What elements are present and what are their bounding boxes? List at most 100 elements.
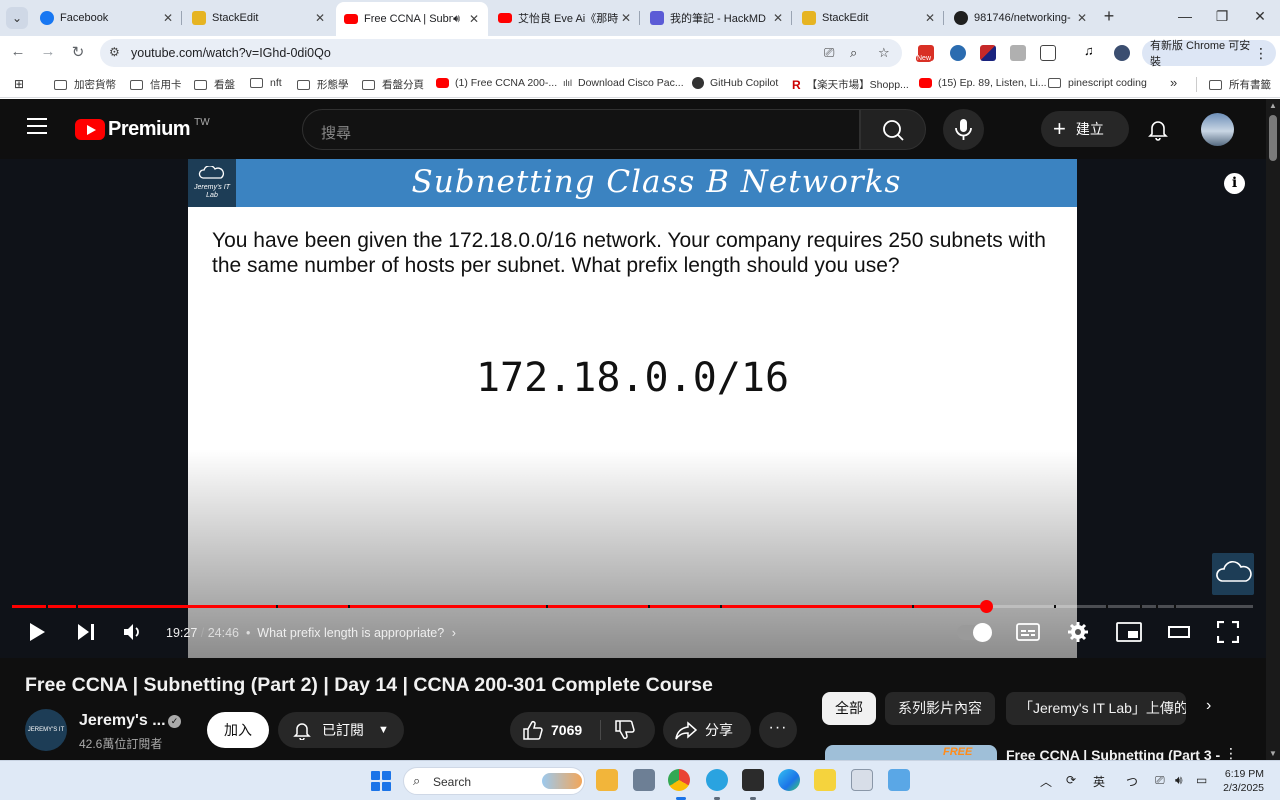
next-button[interactable]	[75, 621, 97, 648]
bookmarks-overflow-button[interactable]: »	[1170, 75, 1177, 90]
back-button[interactable]: ←	[8, 43, 28, 60]
apps-icon[interactable]: ⊞	[14, 77, 24, 91]
clock[interactable]: 6:19 PM 2/3/2025	[1222, 767, 1264, 795]
miniplayer-button[interactable]	[1116, 621, 1142, 648]
bookmark-star-icon[interactable]: ☆	[878, 45, 890, 61]
sync-icon[interactable]: ⟳	[1066, 773, 1076, 787]
tab-free-ccna[interactable]: Free CCNA | Subn 🔊︎ ✕	[336, 2, 488, 36]
network-icon[interactable]: ⎚	[1155, 773, 1165, 788]
bookmark-folder[interactable]: 加密貨幣	[54, 77, 116, 92]
volume-button[interactable]	[122, 621, 144, 648]
recommended-thumbnail[interactable]: FREE	[825, 745, 997, 760]
chip-series[interactable]: 系列影片內容	[885, 692, 995, 725]
close-icon[interactable]: ✕	[922, 11, 938, 25]
app-icon[interactable]	[633, 769, 655, 791]
bookmark-link[interactable]: (15) Ep. 89, Listen, Li...	[919, 77, 1047, 89]
create-button[interactable]: + 建立	[1041, 111, 1129, 147]
bookmark-link[interactable]: GitHub Copilot	[692, 77, 778, 89]
bookmark-folder[interactable]: 看盤	[194, 77, 235, 92]
speaker-icon[interactable]: 🔊︎	[1175, 773, 1183, 788]
info-icon[interactable]: i	[1224, 173, 1245, 194]
zoom-icon[interactable]: ⌕	[850, 45, 857, 61]
extension-new-icon[interactable]: New	[916, 45, 934, 62]
speaker-icon[interactable]: 🔊︎	[453, 13, 460, 26]
search-button[interactable]	[860, 109, 926, 150]
media-control-icon[interactable]: ♫	[1084, 43, 1100, 59]
close-icon[interactable]: ✕	[312, 11, 328, 25]
sticky-app-icon[interactable]	[814, 769, 836, 791]
theater-mode-button[interactable]	[1167, 621, 1191, 648]
dislike-button[interactable]	[614, 720, 636, 743]
taskbar-search[interactable]: ⌕ Search	[403, 767, 585, 795]
more-actions-button[interactable]: ···	[759, 712, 797, 748]
all-bookmarks-button[interactable]: 所有書籤	[1196, 77, 1271, 92]
progress-bar[interactable]	[12, 600, 1253, 613]
tab-search-button[interactable]: ⌄	[6, 7, 28, 29]
extension-icon[interactable]	[1010, 45, 1026, 61]
forward-button[interactable]: →	[38, 43, 58, 60]
telegram-icon[interactable]	[706, 769, 728, 791]
tab-eve-ai[interactable]: 艾怡良 Eve Ai《那時 ✕	[490, 4, 640, 32]
bookmark-folder[interactable]: nft	[250, 77, 282, 89]
close-icon[interactable]: ✕	[466, 12, 482, 26]
tab-stackedit-2[interactable]: StackEdit ✕	[794, 4, 944, 32]
minimize-button[interactable]: —	[1170, 8, 1200, 24]
chapter-title[interactable]: What prefix length is appropriate?	[257, 626, 444, 640]
edge-icon[interactable]	[778, 769, 800, 791]
subscribed-button[interactable]: 已訂閱 ▼	[278, 712, 404, 748]
chip-all[interactable]: 全部	[822, 692, 876, 725]
tab-stackedit[interactable]: StackEdit ✕	[184, 4, 334, 32]
settings-button[interactable]	[1067, 621, 1089, 648]
start-button[interactable]	[371, 771, 391, 791]
close-icon[interactable]: ✕	[618, 11, 634, 25]
play-button[interactable]	[26, 621, 48, 648]
battery-icon[interactable]: ▭	[1196, 773, 1207, 787]
close-icon[interactable]: ✕	[160, 11, 176, 25]
bookmark-link[interactable]: ılıl Download Cisco Pac...	[563, 77, 684, 89]
extension-icon[interactable]	[980, 45, 996, 61]
account-avatar[interactable]	[1201, 113, 1234, 146]
bookmark-folder[interactable]: pinescript coding	[1048, 77, 1147, 89]
youtube-premium-logo[interactable]: Premium TW	[75, 117, 210, 141]
calculator-icon[interactable]	[851, 769, 873, 791]
close-icon[interactable]: ✕	[1074, 11, 1090, 25]
join-button[interactable]: 加入	[207, 712, 269, 748]
chevron-right-icon[interactable]: ›	[1206, 697, 1211, 715]
url-text[interactable]: youtube.com/watch?v=IGhd-0di0Qo	[131, 46, 331, 60]
close-icon[interactable]: ✕	[770, 11, 786, 25]
terminal-icon[interactable]	[742, 769, 764, 791]
chrome-update-button[interactable]: 有新版 Chrome 可安裝 ⋮	[1142, 40, 1276, 68]
extension-icon[interactable]	[950, 45, 966, 61]
reload-button[interactable]: ↻	[68, 43, 88, 61]
chip-channel-uploads[interactable]: 「Jeremy's IT Lab」上傳的	[1006, 692, 1186, 725]
file-explorer-icon[interactable]	[596, 769, 618, 791]
cast-icon[interactable]: ⎚	[824, 45, 834, 61]
channel-avatar[interactable]: JEREMY'S IT LAB	[25, 709, 67, 775]
tab-hackmd[interactable]: 我的筆記 - HackMD ✕	[642, 4, 792, 32]
scroll-up-icon[interactable]: ▲	[1269, 101, 1277, 110]
search-input[interactable]: 搜尋	[302, 109, 860, 150]
bookmark-link[interactable]: R 【楽天市場】Shopp...	[792, 77, 909, 92]
bookmark-folder[interactable]: 看盤分頁	[362, 77, 424, 92]
restore-button[interactable]: ❐	[1207, 8, 1237, 25]
tab-facebook[interactable]: Facebook ✕	[32, 4, 182, 32]
ime-mode-icon[interactable]: つ	[1126, 773, 1138, 790]
address-bar[interactable]: ⚙︎ youtube.com/watch?v=IGhd-0di0Qo ⎚ ⌕ ☆	[100, 39, 902, 67]
site-info-icon[interactable]: ⚙︎	[109, 45, 120, 59]
fullscreen-button[interactable]	[1216, 620, 1240, 648]
bookmark-link[interactable]: (1) Free CCNA 200-...	[436, 77, 557, 89]
video-player[interactable]: Jeremy's IT Lab Subnetting Class B Netwo…	[0, 159, 1266, 658]
close-window-button[interactable]: ✕	[1245, 8, 1275, 25]
scrollbar-thumb[interactable]	[1269, 115, 1277, 161]
tab-github[interactable]: 981746/networking- ✕	[946, 4, 1096, 32]
channel-name[interactable]: Jeremy's ...	[79, 712, 166, 730]
tray-overflow-icon[interactable]: ︿	[1040, 773, 1052, 790]
bookmark-folder[interactable]: 形態學	[297, 77, 349, 92]
voice-search-button[interactable]	[943, 109, 984, 150]
subtitles-button[interactable]	[1016, 621, 1040, 648]
like-button[interactable]	[522, 720, 544, 743]
channel-watermark[interactable]	[1212, 553, 1254, 595]
puzzle-icon[interactable]	[1040, 45, 1056, 61]
profile-avatar[interactable]	[1114, 45, 1130, 61]
ime-indicator[interactable]: 英	[1093, 773, 1105, 790]
